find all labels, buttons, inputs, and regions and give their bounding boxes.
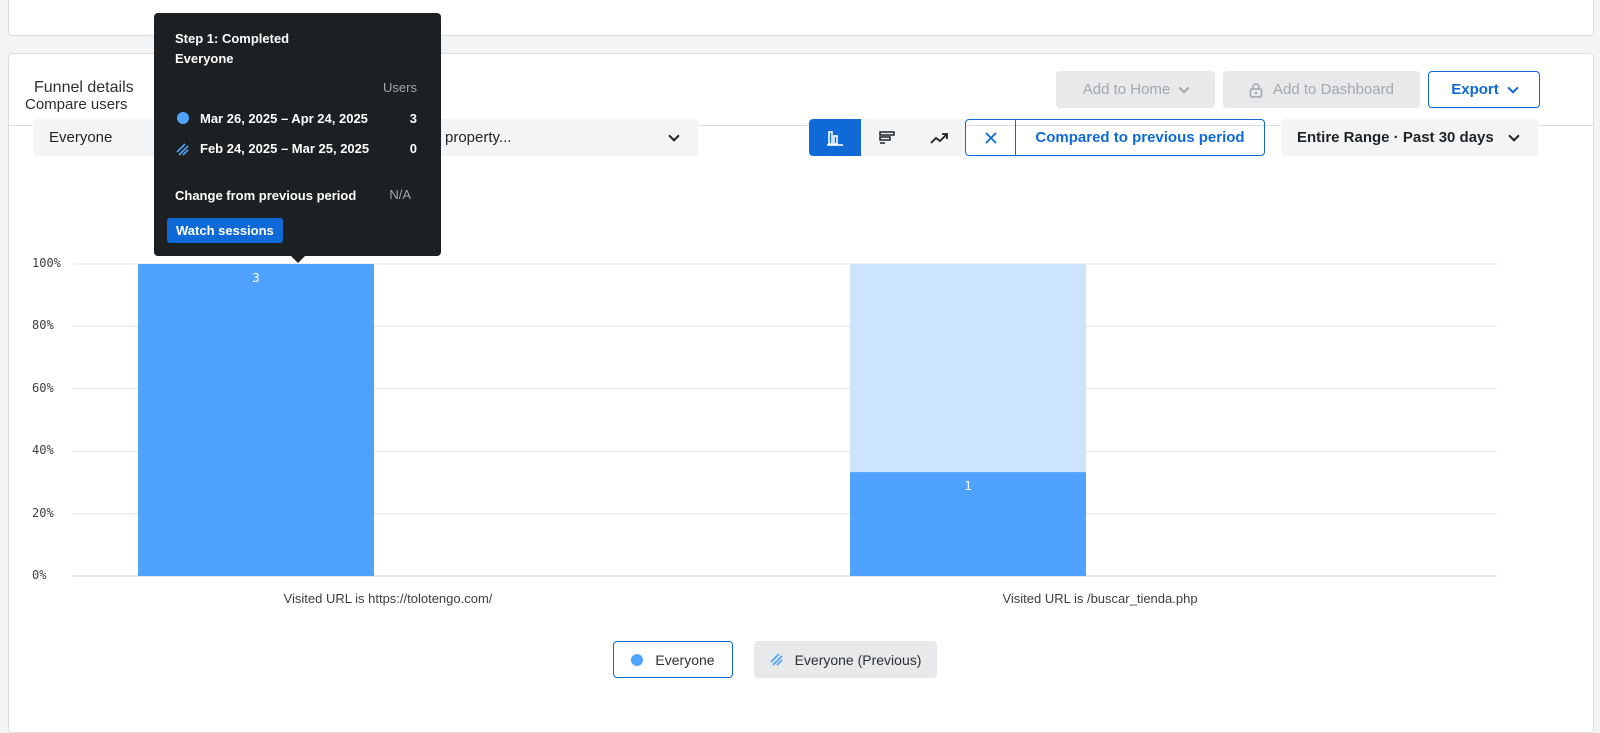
legend-item-everyone[interactable]: Everyone bbox=[613, 641, 733, 678]
tooltip-previous-period: Feb 24, 2025 – Mar 25, 2025 bbox=[200, 141, 370, 156]
legend-item-everyone-previous[interactable]: Everyone (Previous) bbox=[754, 641, 937, 678]
tooltip-change-value: N/A bbox=[389, 187, 411, 202]
legend-everyone-label: Everyone bbox=[655, 651, 715, 668]
y-tick-label: 0% bbox=[32, 568, 47, 582]
watch-sessions-button[interactable]: Watch sessions bbox=[167, 218, 283, 243]
striped-icon bbox=[770, 653, 783, 666]
chart-bars bbox=[138, 264, 1086, 576]
y-tick-label: 60% bbox=[32, 380, 54, 395]
bar-everyone bbox=[138, 264, 374, 576]
tooltip-previous-value: 0 bbox=[409, 141, 417, 156]
y-tick-label: 80% bbox=[32, 318, 54, 333]
x-axis-category-label: Visited URL is https://tolotengo.com/ bbox=[283, 591, 493, 606]
tooltip-users-header: Users bbox=[383, 80, 417, 95]
y-tick-label: 20% bbox=[32, 505, 54, 520]
legend-everyone-previous-label: Everyone (Previous) bbox=[794, 651, 922, 668]
tooltip-title: Step 1: Completed bbox=[175, 31, 290, 46]
bar-value-label: 3 bbox=[252, 271, 260, 285]
tooltip-current-value: 3 bbox=[409, 111, 417, 126]
tooltip-current-period: Mar 26, 2025 – Apr 24, 2025 bbox=[200, 111, 368, 126]
x-axis-category-label: Visited URL is /buscar_tienda.php bbox=[1002, 591, 1198, 606]
tooltip-change-label: Change from previous period bbox=[175, 188, 357, 203]
y-tick-label: 40% bbox=[32, 443, 54, 458]
circle-icon bbox=[177, 112, 189, 124]
striped-icon bbox=[176, 143, 189, 156]
y-tick-label: 100% bbox=[32, 256, 61, 270]
circle-icon bbox=[631, 653, 644, 666]
tooltip-subtitle: Everyone bbox=[175, 51, 234, 66]
chart-tooltip: Step 1: Completed Everyone Users Mar 26,… bbox=[154, 13, 441, 263]
dropoff-bar bbox=[850, 264, 1086, 473]
bar-value-label: 1 bbox=[964, 479, 972, 494]
